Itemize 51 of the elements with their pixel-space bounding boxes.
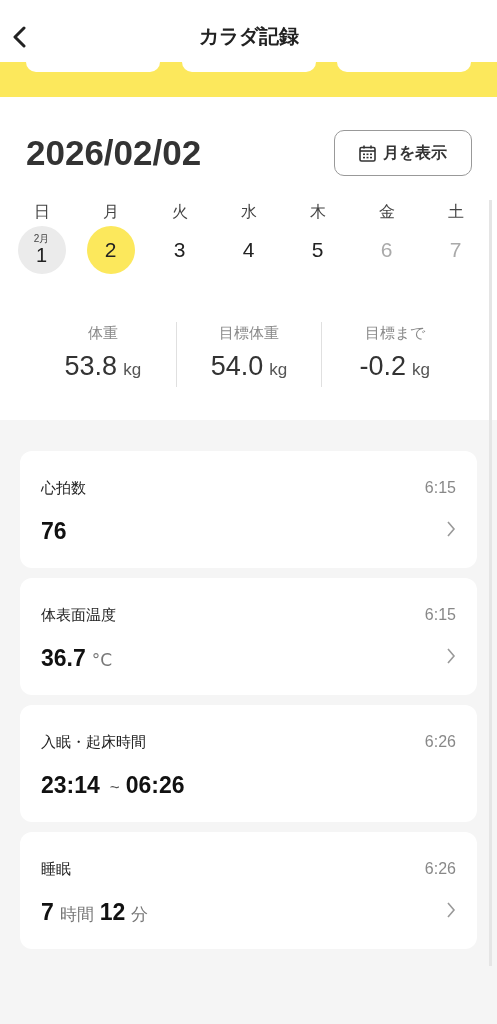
weekday-label: 日 [33, 200, 50, 223]
tab-card[interactable] [26, 62, 160, 72]
record-card[interactable]: 入眠・起床時間 6:26 23:14 ~ 06:26 [20, 705, 477, 822]
record-time: 6:15 [424, 605, 456, 625]
record-title: 入眠・起床時間 [41, 731, 146, 753]
stat-label: 目標体重 [219, 322, 279, 344]
record-time: 6:26 [424, 732, 456, 752]
record-unit: 時間 [59, 903, 94, 926]
record-title: 体表面温度 [41, 604, 116, 626]
stat-unit: kg [411, 359, 430, 381]
record-card[interactable]: 睡眠 6:26 7 時間 12 分 [20, 832, 477, 949]
screen-title: カラダ記録 [198, 23, 299, 50]
record-value: 06:26 [125, 771, 185, 800]
stat-value: -0.2 [359, 350, 406, 383]
record-unit: 分 [131, 903, 149, 926]
weekday-label: 木 [309, 200, 326, 223]
stat-label: 目標まで [364, 322, 425, 344]
weekday-label: 土 [447, 200, 464, 223]
record-time: 6:26 [424, 859, 456, 879]
weekday-label: 金 [378, 200, 395, 223]
tab-card[interactable] [181, 62, 316, 72]
record-value: 23:14 [41, 771, 100, 800]
record-card[interactable]: 心拍数 6:15 76 [20, 451, 477, 568]
calendar-day[interactable]: 2月 1 [17, 225, 66, 274]
stat-unit: kg [269, 359, 288, 381]
calendar-icon [359, 144, 376, 162]
calendar-day[interactable]: 3 [155, 225, 204, 274]
date-heading: 2026/02/02 [26, 132, 202, 174]
record-card[interactable]: 体表面温度 6:15 36.7 °C [20, 578, 477, 695]
weekday-label: 水 [240, 200, 257, 223]
stat-value: 53.8 [64, 350, 118, 383]
record-value: 12 [99, 898, 126, 927]
stat-label: 体重 [87, 322, 118, 344]
record-value: 36.7 [41, 644, 86, 673]
calendar-day[interactable]: 4 [224, 225, 273, 274]
calendar-day[interactable]: 2 [86, 225, 135, 274]
weekday-label: 火 [171, 200, 188, 223]
calendar-day[interactable]: 5 [293, 225, 342, 274]
record-unit: °C [91, 649, 113, 672]
tab-card[interactable] [337, 62, 471, 72]
stat-unit: kg [123, 359, 142, 381]
record-time: 6:15 [424, 478, 456, 498]
record-title: 睡眠 [41, 858, 71, 880]
weekday-label: 月 [102, 200, 119, 223]
record-value: 76 [41, 517, 67, 546]
range-separator: ~ [109, 777, 120, 799]
back-icon[interactable] [11, 26, 27, 48]
stat-value: 54.0 [210, 350, 264, 383]
month-view-button[interactable]: 月を表示 [334, 130, 472, 177]
record-value: 7 [41, 898, 54, 927]
record-title: 心拍数 [41, 477, 86, 499]
